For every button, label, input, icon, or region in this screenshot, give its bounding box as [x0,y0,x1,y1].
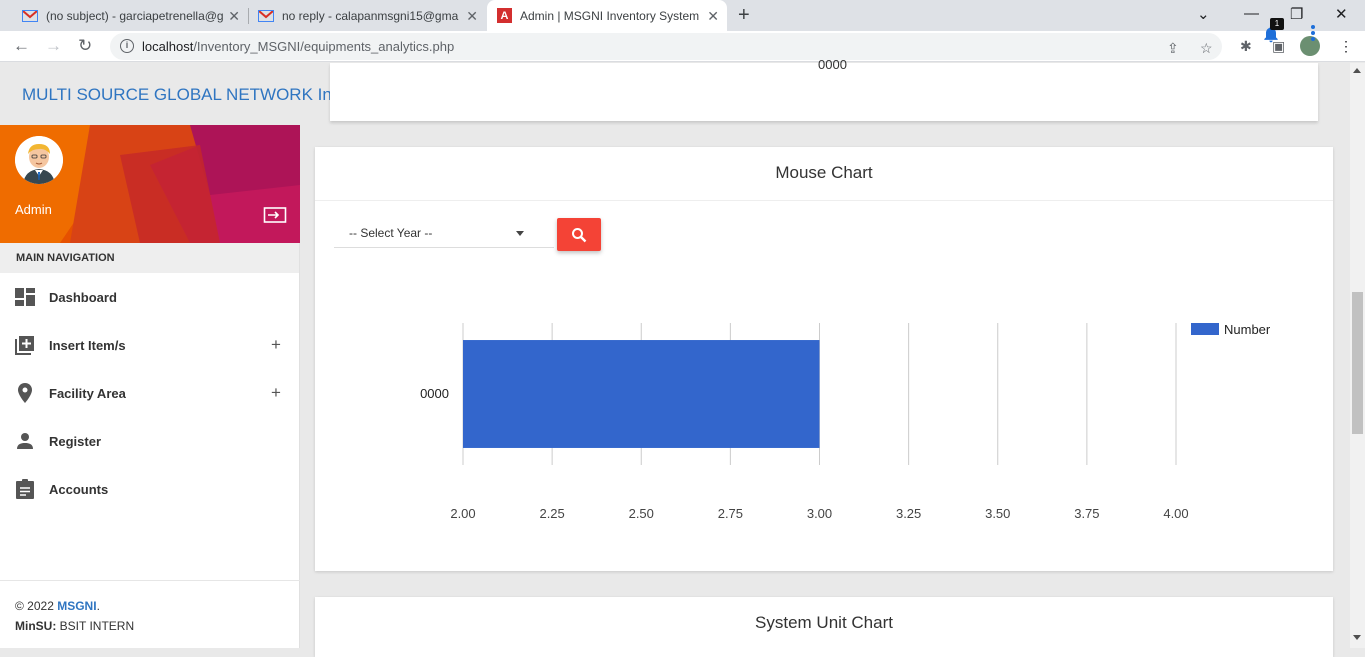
browser-menu-icon[interactable]: ⋮ [1339,38,1353,55]
page-scrollbar[interactable] [1350,63,1365,648]
close-window-icon[interactable]: ✕ [1335,5,1348,23]
sidebar-item-label: Facility Area [49,385,126,401]
browser-tab[interactable]: no reply - calapanmsgni15@gma ✕ [248,0,486,31]
close-tab-icon[interactable]: ✕ [228,8,240,25]
x-tick-label: 2.50 [629,506,654,521]
system-unit-chart-title: System Unit Chart [755,613,893,632]
url-path: /Inventory_MSGNI/equipments_analytics.ph… [193,39,455,54]
gmail-icon [258,8,274,24]
scrollbar-thumb[interactable] [1352,292,1363,434]
sidebar-item-dashboard[interactable]: Dashboard [0,273,299,321]
url-input[interactable]: i localhost/Inventory_MSGNI/equipments_a… [110,33,1222,60]
url-text: localhost/Inventory_MSGNI/equipments_ana… [142,39,454,54]
more-options-icon[interactable] [1311,25,1315,43]
user-name: Admin [15,202,52,217]
expand-plus-icon[interactable]: + [271,335,281,355]
browser-tab[interactable]: (no subject) - garciapetrenella@g ✕ [8,0,248,31]
tab-title: Admin | MSGNI Inventory System [520,8,700,23]
sidebar-item-label: Accounts [49,481,109,497]
library-add-icon [15,335,35,355]
assignment-icon [15,479,35,499]
sidebar-item-accounts[interactable]: Accounts [0,465,299,513]
browser-tab-active[interactable]: A Admin | MSGNI Inventory System ✕ [487,0,727,31]
close-tab-icon[interactable]: ✕ [707,8,719,25]
location-pin-icon [15,383,35,403]
mouse-bar-chart: 2.00 2.25 2.50 2.75 3.00 3.25 3.50 3.75 4.00 0000… [420,322,1271,521]
org-value: BSIT INTERN [56,619,135,633]
x-tick-label: 4.00 [1163,506,1188,521]
expand-plus-icon[interactable]: + [271,383,281,403]
copyright-line: © 2022 MSGNI. [15,596,285,616]
profile-avatar[interactable] [1300,36,1320,56]
tab-search-icon[interactable]: ⌄ [1197,5,1210,23]
previous-chart-card: 0000 [330,57,1318,121]
forward-icon[interactable]: → [45,36,62,56]
restore-icon[interactable]: ❐ [1290,5,1303,23]
extensions-icon[interactable]: ✱ [1240,38,1252,55]
org-line: MinSU: BSIT INTERN [15,616,285,636]
x-tick-label: 2.00 [450,506,475,521]
legend-swatch [1191,323,1219,335]
gmail-icon [22,8,38,24]
x-tick-label: 2.75 [718,506,743,521]
tab-title: no reply - calapanmsgni15@gma [282,8,459,23]
tab-title: (no subject) - garciapetrenella@g [46,8,224,23]
mouse-chart-card: Mouse Chart -- Select Year -- 2.00 2.25 2.… [315,147,1333,571]
user-info-panel: Admin [0,125,300,243]
url-host: localhost [142,39,194,54]
notification-count-badge: 1 [1270,18,1284,30]
sidebar-footer: © 2022 MSGNI. MinSU: BSIT INTERN [0,580,300,651]
bookmark-star-icon[interactable]: ☆ [1200,40,1213,57]
brand-title[interactable]: MULTI SOURCE GLOBAL NETWORK Inc. [22,85,345,105]
x-tick-label: 2.25 [539,506,564,521]
x-tick-label: 3.50 [985,506,1010,521]
y-category-label: 0000 [420,386,449,401]
close-tab-icon[interactable]: ✕ [466,8,478,25]
sidebar-item-label: Insert Item/s [49,337,126,353]
browser-tab-bar: (no subject) - garciapetrenella@g ✕ no r… [0,0,1365,31]
logout-icon[interactable] [263,205,287,230]
copyright-period: . [96,599,100,613]
avatar[interactable] [15,136,63,184]
reload-icon[interactable]: ↻ [78,36,92,56]
sidebar-item-label: Register [49,433,102,449]
dashboard-icon [15,287,35,307]
legend-label: Number [1224,322,1271,337]
footer-brand-link[interactable]: MSGNI [57,599,96,613]
site-info-icon[interactable]: i [120,39,134,53]
sidebar-item-label: Dashboard [49,289,117,305]
x-tick-label: 3.25 [896,506,921,521]
sidebar-item-insert-items[interactable]: Insert Item/s + [0,321,299,369]
x-tick-label: 3.00 [807,506,832,521]
system-unit-chart-card: System Unit Chart [315,597,1333,657]
chart-bar [463,340,820,448]
scroll-down-arrow-icon[interactable] [1353,635,1361,640]
previous-chart-tick-label: 0000 [818,57,847,72]
minimize-icon[interactable]: — [1244,5,1259,22]
org-label: MinSU: [15,619,57,633]
new-tab-icon[interactable]: + [738,4,750,27]
person-icon [15,431,35,451]
x-tick-label: 3.75 [1074,506,1099,521]
sidebar-item-register[interactable]: Register [0,417,299,465]
sidebar-item-facility-area[interactable]: Facility Area + [0,369,299,417]
scroll-up-arrow-icon[interactable] [1353,68,1361,73]
address-bar: ← → ↻ i localhost/Inventory_MSGNI/equipm… [0,31,1365,62]
share-icon[interactable]: ⇪ [1167,40,1179,57]
sidebar: Admin MAIN NAVIGATION Dashboard Insert I… [0,125,300,648]
back-icon[interactable]: ← [13,36,30,56]
nav-header: MAIN NAVIGATION [0,243,299,273]
app-icon: A [497,8,512,23]
copyright-text: © 2022 [15,599,58,613]
